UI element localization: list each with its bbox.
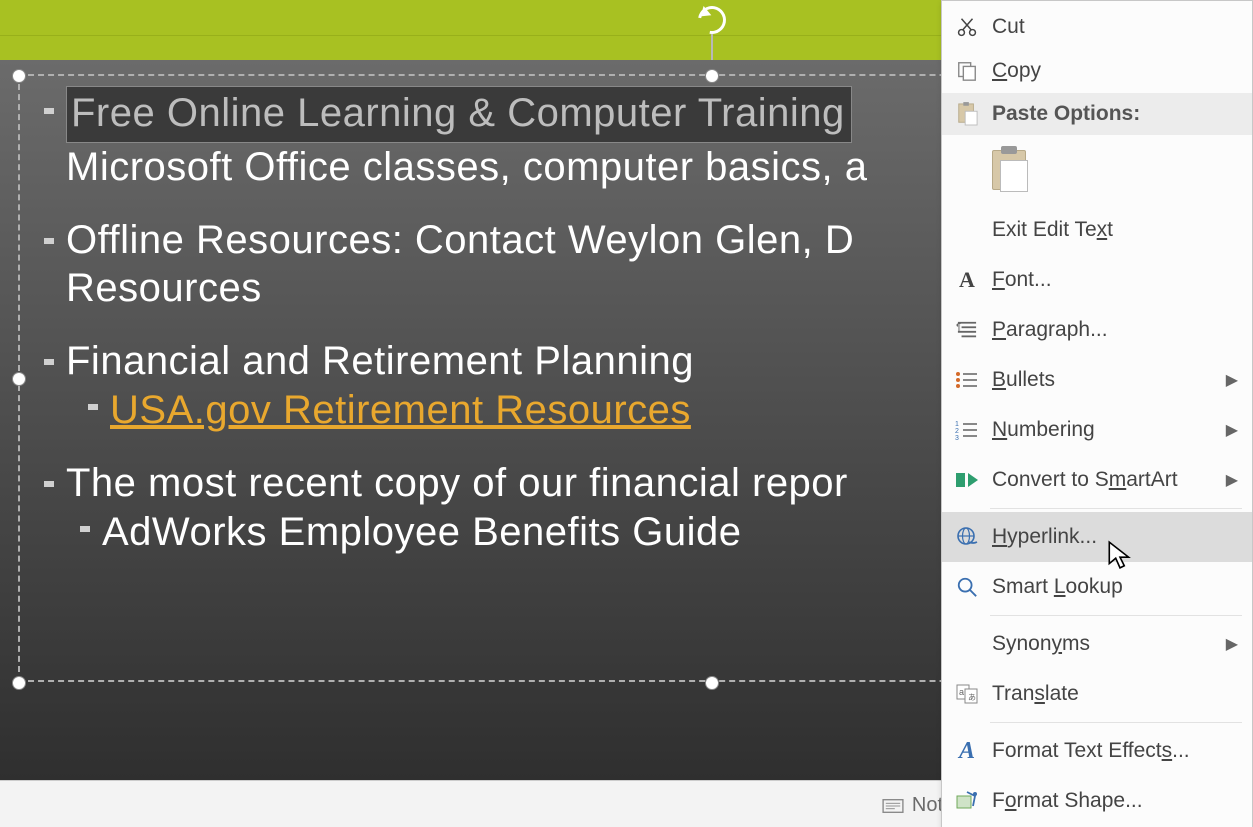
svg-text:2: 2 xyxy=(955,428,959,435)
text-line[interactable]: Offline Resources: Contact Weylon Glen, … xyxy=(66,218,854,262)
text-line[interactable]: Financial and Retirement Planning xyxy=(66,337,694,386)
menu-exit-edit-text[interactable]: Exit Edit Text xyxy=(942,205,1252,255)
bullet-icon xyxy=(44,108,54,114)
paragraph-icon: ¶ xyxy=(952,320,982,340)
font-icon: A xyxy=(952,267,982,293)
svg-text:あ: あ xyxy=(968,693,976,702)
resize-handle-w[interactable] xyxy=(12,372,26,386)
context-menu: Cut Copy Paste Options: Exit Edit Text A… xyxy=(941,0,1253,827)
numbering-icon: 123 xyxy=(952,420,982,440)
translate-icon: aあ xyxy=(952,683,982,705)
text-line[interactable]: AdWorks Employee Benefits Guide xyxy=(102,508,742,557)
menu-separator xyxy=(990,508,1242,509)
hyperlink-icon xyxy=(952,526,982,548)
menu-smart-lookup[interactable]: Smart Lookup xyxy=(942,562,1252,612)
menu-format-text-effects[interactable]: A Format Text Effects... xyxy=(942,726,1252,776)
rotate-handle[interactable] xyxy=(698,6,726,34)
cut-icon xyxy=(952,16,982,38)
resize-handle-sw[interactable] xyxy=(12,676,26,690)
menu-translate[interactable]: aあ Translate xyxy=(942,669,1252,719)
menu-label: Paste Options: xyxy=(992,102,1238,126)
svg-text:3: 3 xyxy=(955,435,959,440)
menu-separator xyxy=(990,722,1242,723)
svg-text:a: a xyxy=(959,687,964,697)
notes-icon xyxy=(882,797,904,815)
menu-synonyms[interactable]: Synonyms ▶ xyxy=(942,619,1252,669)
bullet-icon xyxy=(44,481,54,487)
bullets-icon xyxy=(952,370,982,390)
text-line[interactable]: The most recent copy of our financial re… xyxy=(66,459,848,508)
svg-text:¶: ¶ xyxy=(956,322,961,332)
menu-label: Cut xyxy=(992,15,1025,38)
menu-font[interactable]: A Font... xyxy=(942,255,1252,305)
bullet-icon xyxy=(44,359,54,365)
svg-text:1: 1 xyxy=(955,421,959,428)
submenu-arrow-icon: ▶ xyxy=(1226,420,1238,440)
bullet-icon xyxy=(44,238,54,244)
menu-numbering[interactable]: 123 Numbering ▶ xyxy=(942,405,1252,455)
menu-paste-option[interactable] xyxy=(942,135,1252,205)
bullet-icon xyxy=(80,526,90,532)
clipboard-icon xyxy=(992,150,1026,190)
menu-copy[interactable]: Copy xyxy=(942,49,1252,93)
menu-paste-options-header: Paste Options: xyxy=(942,93,1252,135)
selected-text[interactable]: Free Online Learning & Computer Training xyxy=(66,86,852,143)
copy-icon xyxy=(952,60,982,82)
text-line[interactable]: Resources xyxy=(66,266,262,310)
submenu-arrow-icon: ▶ xyxy=(1226,370,1238,390)
resize-handle-s[interactable] xyxy=(705,676,719,690)
resize-handle-nw[interactable] xyxy=(12,69,26,83)
notes-button[interactable]: Not xyxy=(882,794,943,817)
format-shape-icon xyxy=(952,790,982,812)
menu-paragraph[interactable]: ¶ Paragraph... xyxy=(942,305,1252,355)
menu-bullets[interactable]: Bullets ▶ xyxy=(942,355,1252,405)
smartart-icon xyxy=(952,470,982,490)
notes-label: Not xyxy=(912,794,943,817)
hyperlink-text[interactable]: USA.gov Retirement Resources xyxy=(110,388,691,432)
menu-hyperlink[interactable]: Hyperlink... xyxy=(942,512,1252,562)
paste-icon xyxy=(952,102,982,126)
smart-lookup-icon xyxy=(952,576,982,598)
submenu-arrow-icon: ▶ xyxy=(1226,470,1238,490)
resize-handle-n[interactable] xyxy=(705,69,719,83)
submenu-arrow-icon: ▶ xyxy=(1226,634,1238,654)
app-stage: { "slide": { "lines": { "l1_selected": "… xyxy=(0,0,1253,827)
text-effects-icon: A xyxy=(952,738,982,765)
bullet-icon xyxy=(88,404,98,410)
menu-format-shape[interactable]: Format Shape... xyxy=(942,776,1252,826)
menu-convert-smartart[interactable]: Convert to SmartArt ▶ xyxy=(942,455,1252,505)
menu-cut[interactable]: Cut xyxy=(942,5,1252,49)
text-line[interactable]: Microsoft Office classes, computer basic… xyxy=(66,145,868,189)
menu-separator xyxy=(990,615,1242,616)
